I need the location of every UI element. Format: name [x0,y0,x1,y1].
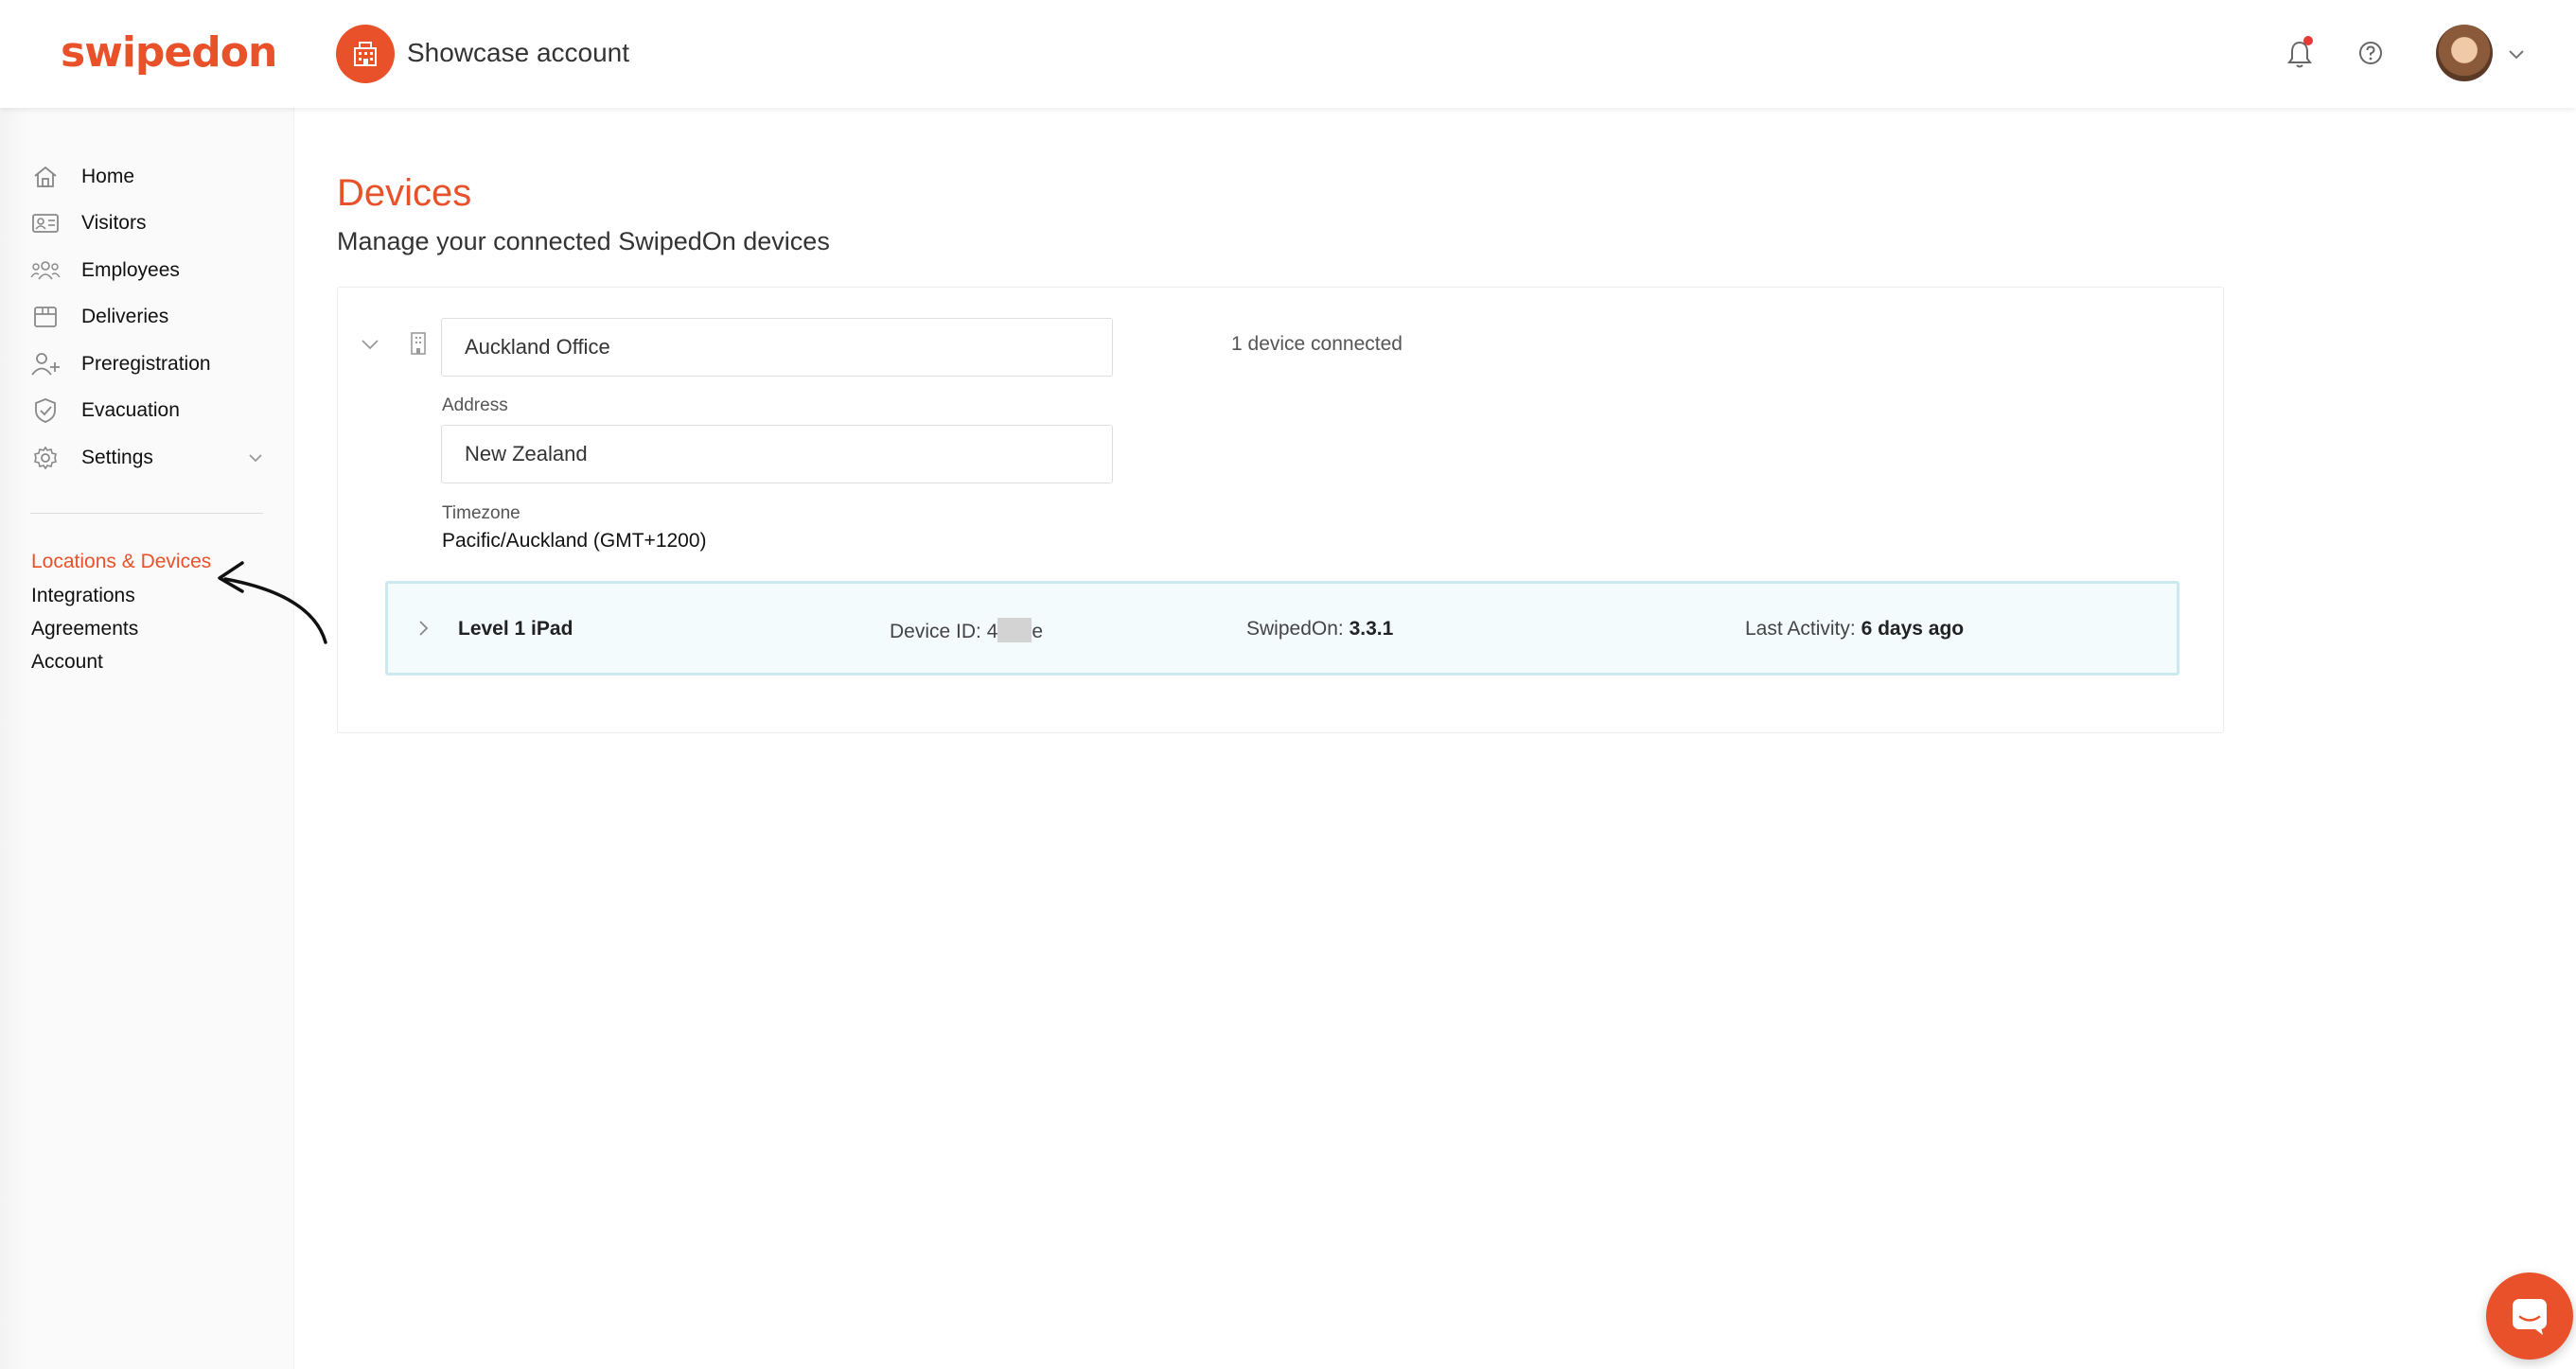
sidebar-item-preregistration[interactable]: Preregistration [30,345,276,383]
sidebar-item-deliveries[interactable]: Deliveries [30,298,276,336]
avatar[interactable] [2436,25,2493,81]
account-name[interactable]: Showcase account [407,38,629,68]
home-icon [30,162,61,192]
sidebar-item-evacuation[interactable]: Evacuation [30,392,276,430]
devices-connected-count: 1 device connected [1231,333,1403,355]
device-row[interactable]: Level 1 iPad Device ID: 4 e SwipedOn: 3.3… [385,581,2179,676]
sidebar-item-label: Visitors [81,212,147,234]
sidebar-item-label: Home [81,166,135,187]
chevron-down-icon[interactable] [2506,44,2527,64]
chat-icon [2513,1299,2547,1335]
app-root: swipedon Showcase account Home Visitors … [0,0,2576,1369]
sidebar-item-label: Deliveries [81,306,169,327]
sidebar-item-label: Settings [81,447,153,468]
device-name: Level 1 iPad [458,618,573,640]
chevron-down-icon[interactable] [359,333,381,356]
account-badge[interactable] [336,25,395,83]
device-version: SwipedOn: 3.3.1 [1246,618,1393,641]
device-last-activity: Last Activity: 6 days ago [1745,618,1964,641]
annotation-arrow [218,561,327,644]
chat-launcher-button[interactable] [2486,1272,2573,1360]
sidebar-divider [30,513,263,514]
notification-dot [2303,36,2313,45]
sidebar-link-agreements[interactable]: Agreements [31,618,138,641]
address-label: Address [442,395,508,415]
sidebar-item-home[interactable]: Home [30,158,276,196]
add-user-icon [30,349,61,379]
id-card-icon [30,208,61,238]
version-value: 3.3.1 [1349,618,1394,640]
sidebar-link-account[interactable]: Account [31,651,103,674]
chevron-down-icon[interactable] [246,448,265,467]
building-icon [411,332,426,355]
timezone-value[interactable]: Pacific/Auckland (GMT+1200) [442,530,707,553]
sidebar-item-employees[interactable]: Employees [30,252,276,290]
redacted-block [997,618,1032,642]
address-input[interactable] [441,425,1113,483]
location-name-input[interactable] [441,318,1113,377]
chevron-right-icon[interactable] [413,618,433,639]
people-icon [30,255,61,286]
sidebar-item-label: Preregistration [81,353,211,375]
swipedon-logo[interactable]: swipedon [61,28,277,77]
gear-icon [30,443,61,473]
activity-label: Last Activity: [1745,618,1856,640]
building-icon [354,42,377,66]
device-id-prefix: 4 [986,621,998,642]
device-id-suffix: e [1032,621,1044,642]
version-label: SwipedOn: [1246,618,1344,640]
device-id-label: Device ID: [890,621,981,642]
sidebar-item-settings[interactable]: Settings [30,439,276,477]
timezone-label: Timezone [442,503,520,523]
shield-check-icon [30,395,61,426]
sidebar-item-label: Evacuation [81,399,180,421]
page-title: Devices [337,172,472,214]
activity-value: 6 days ago [1861,618,1965,640]
top-header: swipedon Showcase account [0,0,2576,108]
location-card: 1 device connected Address Timezone Paci… [337,287,2224,733]
page-subtitle: Manage your connected SwipedOn devices [337,227,830,255]
help-circle-icon[interactable] [2357,40,2384,66]
box-icon [30,302,61,332]
sidebar-link-integrations[interactable]: Integrations [31,585,135,607]
sidebar-item-visitors[interactable]: Visitors [30,204,276,242]
sidebar: Home Visitors Employees Deliveries Prere [0,108,327,1369]
device-id: Device ID: 4 e [890,618,1043,643]
sidebar-item-label: Employees [81,259,180,281]
sidebar-link-locations-devices[interactable]: Locations & Devices [31,551,211,573]
